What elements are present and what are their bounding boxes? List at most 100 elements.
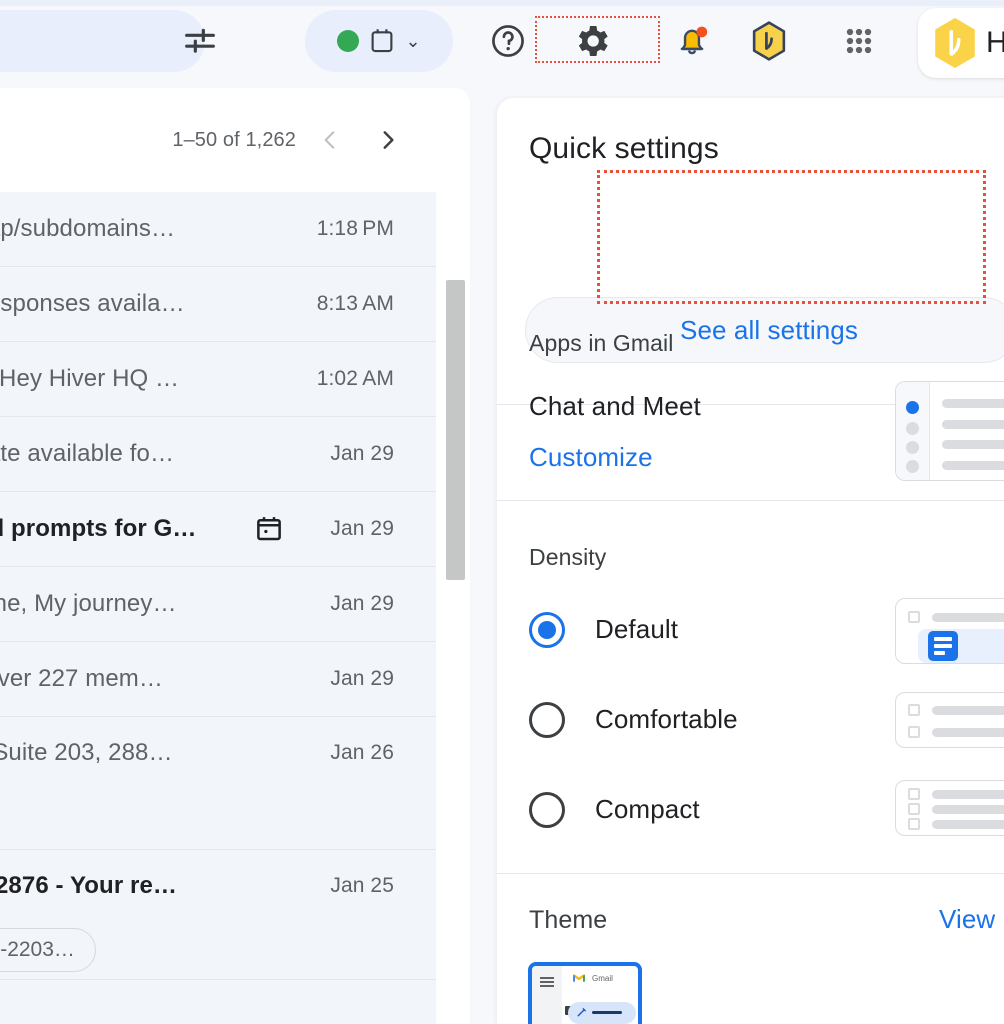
thumbnail-line bbox=[932, 820, 1004, 829]
rail-dot bbox=[906, 460, 919, 473]
mail-subject: nc Suite 203, 288… bbox=[0, 739, 173, 766]
compose-pencil-icon bbox=[577, 1007, 587, 1017]
gmail-quick-settings-screen: ⌄ H 1–50 of 1,262 p/subdomains… 1:18 PM … bbox=[0, 0, 1004, 1024]
hamburger-icon bbox=[540, 977, 554, 979]
search-options-pill[interactable] bbox=[0, 10, 205, 72]
density-section-label: Density bbox=[529, 544, 607, 570]
theme-section-label: Theme bbox=[529, 906, 608, 934]
account-avatar[interactable]: H bbox=[918, 8, 1004, 78]
density-preview-default bbox=[895, 598, 1004, 664]
mail-subject: ryone, My journey… bbox=[0, 590, 177, 617]
mail-subject: ood prompts for G… bbox=[0, 515, 197, 542]
mail-toolbar: 1–50 of 1,262 bbox=[0, 88, 470, 192]
apps-grid-icon[interactable] bbox=[835, 17, 883, 65]
mail-date: Jan 29 bbox=[330, 667, 394, 690]
mail-date: Jan 29 bbox=[330, 517, 394, 540]
theme-thumbnail-line bbox=[592, 1011, 622, 1014]
mail-date: Jan 29 bbox=[330, 442, 394, 465]
thumbnail-checkbox bbox=[908, 788, 920, 800]
mail-date: Jan 26 bbox=[330, 741, 394, 764]
rail-dot bbox=[906, 422, 919, 435]
availability-status-pill[interactable]: ⌄ bbox=[305, 10, 453, 72]
thumbnail-line bbox=[932, 790, 1004, 799]
availability-dot bbox=[337, 30, 360, 52]
avatar-hiver-logo-icon bbox=[935, 18, 975, 68]
pagination-count: 1–50 of 1,262 bbox=[172, 128, 296, 151]
attachment-chip[interactable]: Receipt-2203… bbox=[0, 928, 96, 972]
quick-settings-panel: Quick settings See all settings Apps in … bbox=[497, 98, 1004, 1024]
thumbnail-line bbox=[932, 805, 1004, 814]
mail-subject: _gap/subdomains… bbox=[0, 215, 176, 242]
mail-subject: 03-2876 - Your re… bbox=[0, 872, 178, 899]
density-label-default: Default bbox=[595, 614, 679, 644]
mail-row[interactable]: pdate available fo… Jan 29 bbox=[0, 417, 436, 492]
older-page-button[interactable] bbox=[364, 116, 412, 164]
theme-view-link[interactable]: View bbox=[939, 904, 995, 935]
apps-section-label: Apps in Gmail bbox=[529, 330, 674, 356]
density-label-compact: Compact bbox=[595, 794, 700, 824]
density-preview-compact bbox=[895, 780, 1004, 836]
gear-icon[interactable] bbox=[568, 17, 616, 65]
mail-row[interactable]: - Hiver 227 mem… Jan 29 bbox=[0, 642, 436, 717]
calendar-event-icon bbox=[254, 514, 288, 544]
mail-rows-container[interactable]: _gap/subdomains… 1:18 PM v responses avail… bbox=[0, 192, 436, 1024]
tune-icon[interactable] bbox=[176, 20, 224, 64]
rail-dot-active bbox=[906, 401, 919, 414]
mail-row[interactable]: ryone, My journey… Jan 29 bbox=[0, 567, 436, 642]
thumbnail-line bbox=[942, 461, 1004, 470]
gmail-logo-icon bbox=[573, 974, 585, 982]
calendar-icon bbox=[372, 29, 393, 53]
density-label-comfortable: Comfortable bbox=[595, 704, 738, 734]
mail-subject: - Hiver 227 mem… bbox=[0, 665, 163, 692]
thumbnail-checkbox bbox=[908, 726, 920, 738]
mail-date: 8:13 AM bbox=[316, 292, 394, 315]
divider-theme bbox=[497, 873, 1004, 874]
customize-link[interactable]: Customize bbox=[529, 442, 653, 473]
mail-subject: pdate available fo… bbox=[0, 440, 175, 467]
density-radio-default[interactable] bbox=[529, 612, 565, 648]
mail-row[interactable]: _gap/subdomains… 1:18 PM bbox=[0, 192, 436, 267]
mail-row[interactable]: D - Hey Hiver HQ … 1:02 AM bbox=[0, 342, 436, 417]
mail-row[interactable]: ood prompts for G… Jan 29 bbox=[0, 492, 436, 567]
thumbnail-line bbox=[942, 440, 1004, 449]
chat-and-meet-label: Chat and Meet bbox=[529, 391, 701, 421]
mail-date: Jan 29 bbox=[330, 592, 394, 615]
thumbnail-checkbox bbox=[908, 611, 920, 623]
mail-scrollbar-thumb[interactable] bbox=[446, 280, 465, 580]
thumbnail-line bbox=[932, 613, 1004, 622]
page-title: Quick settings bbox=[529, 132, 719, 165]
mail-date: 1:18 PM bbox=[316, 217, 394, 240]
mail-subject: D - Hey Hiver HQ … bbox=[0, 365, 180, 392]
mail-list-panel: 1–50 of 1,262 _gap/subdomains… 1:18 PM v r… bbox=[0, 88, 470, 1024]
thumbnail-checkbox bbox=[908, 818, 920, 830]
top-header: ⌄ H bbox=[0, 0, 1004, 86]
density-radio-compact[interactable] bbox=[529, 792, 565, 828]
header-top-strip bbox=[0, 0, 1004, 6]
mail-row[interactable]: 03-2876 - Your re… Jan 25 Receipt-2203… bbox=[0, 850, 436, 980]
theme-preview-thumbnail[interactable]: Gmail bbox=[528, 962, 642, 1024]
thumbnail-checkbox bbox=[908, 704, 920, 716]
mail-scrollbar-track[interactable] bbox=[445, 192, 469, 1024]
thumbnail-mail-icon bbox=[928, 631, 958, 661]
thumbnail-line bbox=[942, 420, 1004, 429]
help-icon[interactable] bbox=[484, 17, 532, 65]
avatar-letter: H bbox=[986, 26, 1004, 59]
hiver-shield-icon[interactable] bbox=[745, 17, 793, 65]
newer-page-button[interactable] bbox=[306, 116, 354, 164]
thumbnail-line bbox=[932, 728, 1004, 737]
chevron-down-icon[interactable]: ⌄ bbox=[405, 32, 420, 50]
thumbnail-rail bbox=[896, 382, 930, 480]
thumbnail-checkbox bbox=[908, 803, 920, 815]
theme-thumbnail-gmail-label: Gmail bbox=[592, 974, 613, 983]
chat-meet-preview-thumbnail bbox=[895, 381, 1004, 481]
mail-row[interactable]: v responses availa… 8:13 AM bbox=[0, 267, 436, 342]
divider-density bbox=[497, 500, 1004, 501]
thumbnail-line bbox=[932, 706, 1004, 715]
mail-subject: v responses availa… bbox=[0, 290, 185, 317]
bell-icon[interactable] bbox=[668, 17, 716, 65]
density-radio-comfortable[interactable] bbox=[529, 702, 565, 738]
mail-date: Jan 25 bbox=[330, 874, 394, 897]
mail-row[interactable]: nc Suite 203, 288… Jan 26 bbox=[0, 717, 436, 850]
mail-date: 1:02 AM bbox=[316, 367, 394, 390]
rail-dot bbox=[906, 441, 919, 454]
